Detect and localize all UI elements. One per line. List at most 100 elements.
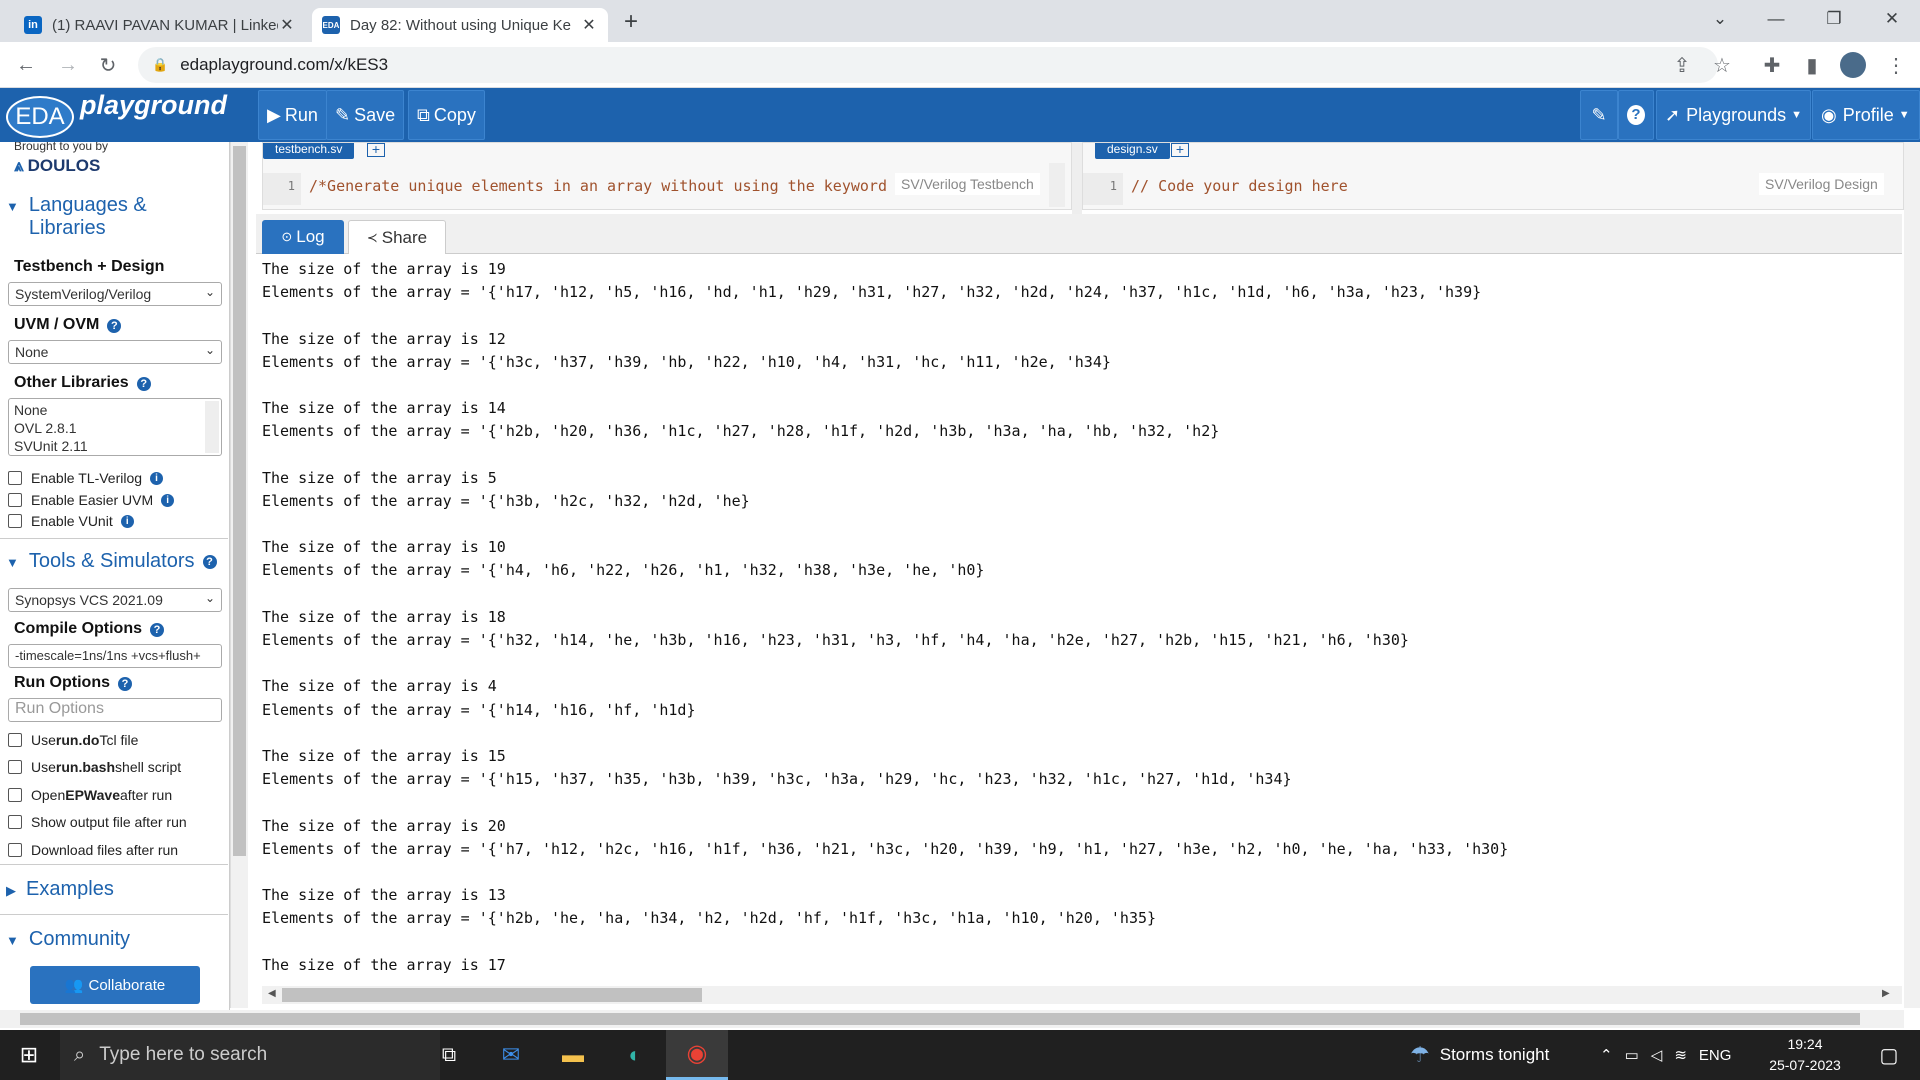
copy-button[interactable]: ⧉ Copy	[408, 90, 485, 140]
enable-easier-uvm-checkbox[interactable]: Enable Easier UVM i	[8, 492, 175, 508]
help-icon[interactable]: ?	[117, 677, 132, 691]
add-file-icon[interactable]: +	[1171, 142, 1189, 157]
download-files-checkbox[interactable]: Download files after run	[8, 842, 178, 858]
testbench-design-select[interactable]: SystemVerilog/Verilog ⌄	[8, 282, 222, 306]
tab-search-icon[interactable]: ⌄	[1692, 0, 1748, 38]
side-panel-icon[interactable]: ▮	[1796, 50, 1828, 80]
log-line: The size of the array is 13	[262, 886, 506, 905]
simulator-select[interactable]: Synopsys VCS 2021.09 ⌄	[8, 588, 222, 612]
close-window-icon[interactable]: ✕	[1864, 0, 1920, 38]
taskbar-search-box[interactable]: ⌕ Type here to search	[60, 1030, 440, 1080]
volume-icon[interactable]: ◁	[1651, 1046, 1663, 1064]
scroll-left-icon[interactable]: ◀	[268, 988, 276, 999]
reload-icon[interactable]: ↻	[92, 50, 124, 80]
battery-icon[interactable]: ▭	[1625, 1046, 1639, 1064]
playgrounds-dropdown[interactable]: ➚ Playgrounds ▼	[1656, 90, 1812, 140]
listbox-scrollbar[interactable]	[205, 401, 219, 453]
community-title: Community	[28, 928, 131, 950]
task-view-icon[interactable]: ⧉	[418, 1030, 480, 1080]
tab-design[interactable]: design.sv	[1095, 143, 1170, 159]
back-icon[interactable]: ←	[10, 50, 42, 80]
run-options-input[interactable]: Run Options	[8, 698, 222, 722]
language-indicator[interactable]: ENG	[1699, 1047, 1732, 1064]
show-output-file-checkbox[interactable]: Show output file after run	[8, 814, 187, 830]
clock[interactable]: 19:24 25-07-2023	[1760, 1034, 1850, 1076]
edge-browser-icon[interactable]: ◐	[604, 1030, 666, 1080]
weather-widget[interactable]: ☂ Storms tonight	[1410, 1030, 1549, 1080]
close-tab-icon[interactable]: ✕	[278, 15, 296, 35]
chevron-up-icon[interactable]: ⌃	[1600, 1046, 1613, 1064]
tab-title: (1) RAAVI PAVAN KUMAR | LinkedIn	[52, 16, 278, 34]
community-section-toggle[interactable]: ▼ Community	[6, 928, 130, 951]
close-tab-icon[interactable]: ✕	[580, 15, 598, 35]
save-button[interactable]: ✎ Save	[326, 90, 405, 140]
list-item[interactable]: None	[14, 401, 216, 419]
other-libraries-listbox[interactable]: None OVL 2.8.1 SVUnit 2.11	[8, 398, 222, 456]
address-bar[interactable]: 🔒 edaplayground.com/x/kES3	[138, 47, 1718, 83]
sidebar-scrollbar[interactable]	[230, 142, 248, 1008]
list-item[interactable]: OVL 2.8.1	[14, 419, 216, 437]
info-icon[interactable]: i	[150, 471, 164, 485]
scrollbar-thumb[interactable]	[20, 1013, 1860, 1025]
windows-start-icon[interactable]: ⊞	[0, 1030, 58, 1080]
mail-icon[interactable]: ✉	[480, 1030, 542, 1080]
help-icon[interactable]: ?	[202, 555, 217, 569]
use-run-do-checkbox[interactable]: Use run.do Tcl file	[8, 732, 138, 748]
scrollbar-thumb[interactable]	[233, 146, 246, 856]
maximize-icon[interactable]: ❐	[1806, 0, 1862, 38]
browser-tab-linkedin[interactable]: in (1) RAAVI PAVAN KUMAR | LinkedIn ✕	[14, 8, 306, 42]
chrome-icon[interactable]: ◉	[666, 1030, 728, 1080]
log-blank-line	[262, 444, 1902, 467]
log-line: Elements of the array = '{'h32, 'h14, 'h…	[262, 631, 1409, 649]
enable-tl-verilog-checkbox[interactable]: Enable TL-Verilog i	[8, 470, 164, 486]
tab-share[interactable]: ≺ Share	[348, 220, 446, 254]
profile-dropdown[interactable]: ◉ Profile ▼	[1812, 90, 1920, 140]
browser-tab-active[interactable]: EDA Day 82: Without using Unique Ke ✕	[312, 8, 608, 42]
languages-section-toggle[interactable]: ▼ Languages & Libraries	[6, 194, 206, 240]
help-icon[interactable]: ?	[150, 623, 164, 637]
help-icon[interactable]: ?	[107, 319, 122, 333]
wifi-icon[interactable]: ≋	[1674, 1046, 1687, 1064]
enable-vunit-checkbox[interactable]: Enable VUnit i	[8, 513, 134, 529]
profile-avatar[interactable]	[1840, 52, 1866, 78]
design-editor[interactable]: design.sv + 1 // Code your design here S…	[1082, 142, 1904, 210]
help-button[interactable]: ?	[1618, 90, 1654, 140]
notification-icon[interactable]: ▢	[1858, 1030, 1920, 1080]
tools-section-toggle[interactable]: ▼ Tools & Simulators?	[6, 550, 217, 573]
examples-section-toggle[interactable]: ▶ Examples	[6, 878, 114, 901]
edit-profile-button[interactable]: ✎	[1580, 90, 1618, 140]
tab-testbench[interactable]: testbench.sv	[263, 143, 355, 159]
add-file-icon[interactable]: +	[367, 142, 385, 157]
code-line[interactable]: /*Generate unique elements in an array w…	[309, 177, 887, 195]
forward-icon[interactable]: →	[52, 50, 84, 80]
file-explorer-icon[interactable]: ▬	[542, 1030, 604, 1080]
eda-logo-badge: EDA	[6, 96, 74, 138]
info-icon[interactable]: i	[161, 493, 175, 507]
code-line[interactable]: // Code your design here	[1131, 177, 1348, 195]
uvm-ovm-select[interactable]: None ⌄	[8, 340, 222, 364]
scrollbar-thumb[interactable]	[282, 988, 702, 1002]
bookmark-star-icon[interactable]: ☆	[1706, 50, 1738, 80]
compile-options-input[interactable]: -timescale=1ns/1ns +vcs+flush+	[8, 644, 222, 668]
scroll-right-icon[interactable]: ▶	[1882, 988, 1890, 999]
log-blank-line	[262, 722, 1902, 745]
page-horizontal-scrollbar[interactable]	[0, 1010, 1904, 1028]
tab-log[interactable]: ⊙ Log	[262, 220, 344, 254]
extensions-icon[interactable]: ✚	[1756, 50, 1788, 80]
log-horizontal-scrollbar[interactable]: ◀ ▶	[262, 986, 1902, 1004]
new-tab-button[interactable]: +	[624, 8, 638, 36]
help-icon[interactable]: ?	[136, 377, 151, 391]
run-button[interactable]: ▶ Run	[258, 90, 327, 140]
editor-scrollbar[interactable]	[1049, 163, 1065, 207]
use-run-bash-checkbox[interactable]: Use run.bash shell script	[8, 759, 181, 775]
menu-kebab-icon[interactable]: ⋮	[1880, 50, 1912, 80]
minimize-icon[interactable]: —	[1748, 0, 1804, 38]
open-epwave-checkbox[interactable]: Open EPWave after run	[8, 787, 172, 803]
share-icon[interactable]: ⇪	[1666, 50, 1698, 80]
collaborate-button[interactable]: 👥 Collaborate	[30, 966, 200, 1004]
page-vertical-scrollbar[interactable]	[1904, 142, 1920, 1008]
list-item[interactable]: SVUnit 2.11	[14, 437, 216, 455]
pane-splitter[interactable]	[1072, 142, 1082, 214]
info-icon[interactable]: i	[120, 514, 134, 528]
testbench-editor[interactable]: testbench.sv + 1 /*Generate unique eleme…	[262, 142, 1072, 210]
